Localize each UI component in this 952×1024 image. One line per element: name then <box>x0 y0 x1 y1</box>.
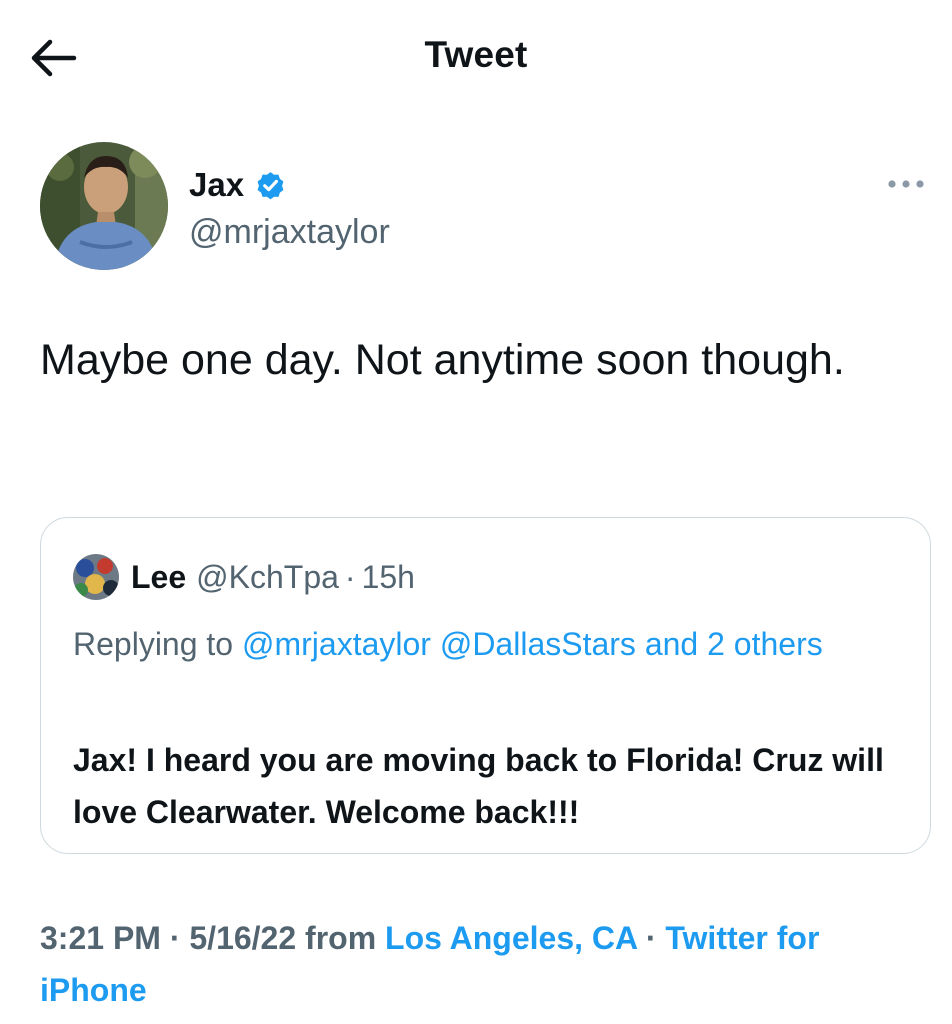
quoted-tweet-header: Lee @KchTpa · 15h <box>73 554 415 600</box>
author-name[interactable]: Jax <box>189 166 287 204</box>
tweet-time: 3:21 PM <box>40 920 161 956</box>
meta-separator: · <box>169 920 181 956</box>
top-bar: Tweet <box>0 0 952 120</box>
meta-separator-2: · <box>645 920 657 956</box>
verified-badge-icon <box>257 171 284 199</box>
tweet-metadata: 3:21 PM · 5/16/22 from Los Angeles, CA ·… <box>40 912 920 1016</box>
quoted-avatar-image <box>73 554 119 600</box>
quoted-author-avatar[interactable] <box>73 554 119 600</box>
replying-to-label: Replying to <box>73 626 234 662</box>
page-title: Tweet <box>424 34 528 75</box>
quoted-tweet[interactable]: Lee @KchTpa · 15h Replying to @mrjaxtayl… <box>40 517 931 854</box>
quoted-separator: · <box>344 558 356 595</box>
more-horizontal-icon <box>888 180 924 188</box>
author-avatar[interactable] <box>40 142 168 270</box>
avatar-image <box>40 142 168 270</box>
from-label: from <box>305 920 377 956</box>
author-name-label: Jax <box>189 166 245 203</box>
mention-mrjaxtaylor[interactable]: @mrjaxtaylor <box>242 626 431 662</box>
quoted-author-handle[interactable]: @KchTpa <box>196 559 339 596</box>
mention-others-link[interactable]: 2 others <box>707 626 823 662</box>
and-label[interactable]: and <box>645 626 698 662</box>
replying-to-line: Replying to @mrjaxtaylor @DallasStars an… <box>73 617 893 671</box>
author-handle[interactable]: @mrjaxtaylor <box>189 213 390 252</box>
tweet-date: 5/16/22 <box>189 920 297 956</box>
quoted-tweet-text: Jax! I heard you are moving back to Flor… <box>73 742 884 830</box>
tweet-location-link[interactable]: Los Angeles, CA <box>385 920 637 956</box>
more-options-button[interactable] <box>882 174 930 194</box>
quoted-author-name[interactable]: Lee <box>131 559 186 596</box>
tweet-author: Jax @mrjaxtaylor <box>40 142 924 272</box>
quoted-timestamp: 15h <box>361 558 415 595</box>
tweet-text: Maybe one day. Not anytime soon though. <box>40 336 845 384</box>
mention-dallasstars[interactable]: @DallasStars <box>440 626 636 662</box>
